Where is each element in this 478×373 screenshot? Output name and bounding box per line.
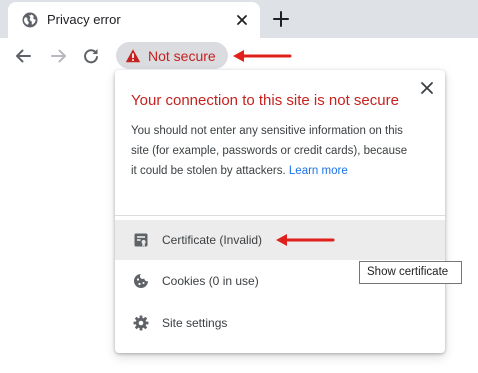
- toolbar: Not secure: [0, 38, 478, 74]
- annotation-arrow-icon: [276, 234, 335, 246]
- description-line: You should not enter any sensitive infor…: [131, 125, 403, 137]
- annotation-arrow-icon: [233, 50, 292, 62]
- cookie-icon: [134, 274, 148, 288]
- tooltip-text: Show certificate: [367, 266, 449, 278]
- security-chip-label: Not secure: [148, 48, 216, 64]
- popup-title: Your connection to this site is not secu…: [131, 92, 399, 109]
- description-line: it could be stolen by attackers. Learn m…: [131, 161, 431, 181]
- tooltip: Show certificate: [359, 261, 462, 284]
- certificate-label: Certificate (Invalid): [162, 233, 263, 247]
- globe-icon: [22, 12, 38, 28]
- warning-triangle-icon: [125, 49, 141, 63]
- reload-icon[interactable]: [81, 46, 101, 66]
- learn-more-link[interactable]: Learn more: [289, 165, 348, 177]
- description-line: site (for example, passwords or credit c…: [131, 145, 408, 157]
- gear-icon: [133, 315, 149, 331]
- description-text: it could be stolen by attackers.: [131, 165, 286, 177]
- tab-title: Privacy error: [47, 12, 121, 27]
- plus-icon[interactable]: [271, 9, 291, 29]
- site-settings-label: Site settings: [162, 316, 228, 330]
- certificate-item[interactable]: Certificate (Invalid): [115, 220, 445, 260]
- tab-strip: Privacy error: [0, 0, 478, 38]
- security-chip[interactable]: Not secure: [116, 42, 228, 69]
- divider: [115, 215, 445, 216]
- tab-privacy-error[interactable]: Privacy error: [8, 2, 260, 38]
- certificate-icon: [134, 233, 148, 247]
- cookies-label: Cookies (0 in use): [162, 274, 259, 288]
- arrow-forward-icon[interactable]: [49, 46, 69, 66]
- popup-description: You should not enter any sensitive infor…: [131, 121, 431, 181]
- close-icon[interactable]: [233, 11, 251, 29]
- site-settings-item[interactable]: Site settings: [115, 303, 445, 343]
- site-info-popup: Your connection to this site is not secu…: [115, 70, 445, 353]
- arrow-back-icon[interactable]: [13, 46, 33, 66]
- close-icon[interactable]: [419, 80, 435, 96]
